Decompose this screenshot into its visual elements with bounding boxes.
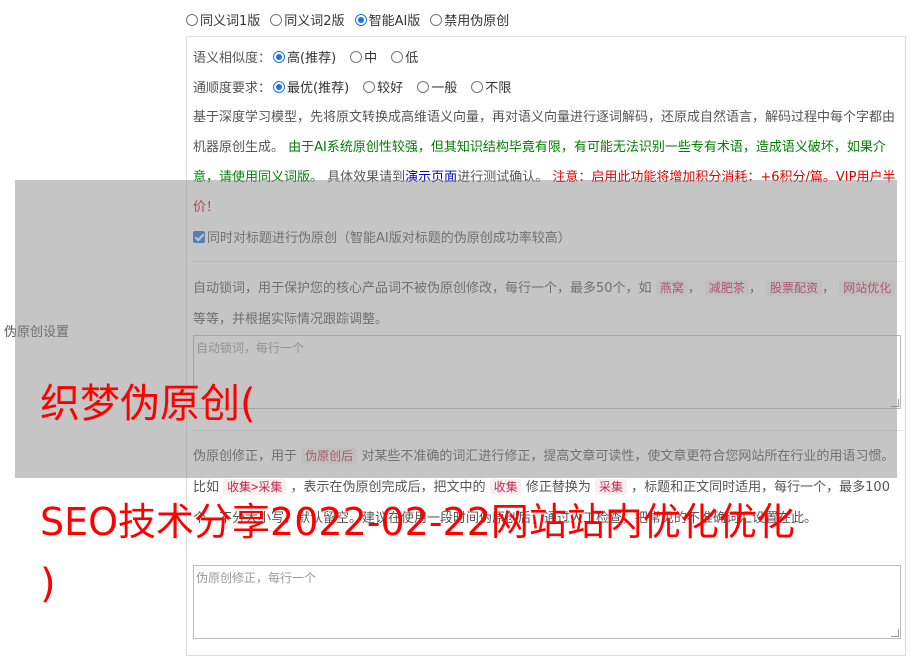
ai-description: 基于深度学习模型，先将原文转换成高维语义向量，再对语义向量进行逐词解码，还原成自… <box>193 103 901 223</box>
fluency-option-best[interactable]: 最优(推荐) <box>273 77 349 96</box>
option-label: 高(推荐) <box>287 51 337 66</box>
example-keyword: 减肥茶 <box>704 280 749 296</box>
lock-words-description: 自动锁词，用于保护您的核心产品词不被伪原创修改，每行一个，最多50个，如 燕窝，… <box>193 273 903 335</box>
title-pseudo-original-checkbox[interactable]: 同时对标题进行伪原创（智能AI版对标题的伪原创成功率较高） <box>193 227 571 246</box>
option-label: 不限 <box>485 81 512 96</box>
watermark-line-3: ) <box>40 561 56 607</box>
watermark-line-2: SEO技术分享2022-02-22网站站内优化优化 <box>40 500 795 544</box>
mode-option-ai[interactable]: 智能AI版 <box>354 10 421 29</box>
radio-icon[interactable] <box>417 80 430 93</box>
mode-option-synonym1[interactable]: 同义词1版 <box>186 10 260 29</box>
code-snippet: 采集 <box>595 479 628 495</box>
demo-page-link[interactable]: 演示页面 <box>405 170 457 185</box>
fix-text: ，表示在伪原创完成后，把文中的 <box>290 480 486 495</box>
radio-icon[interactable] <box>273 50 286 63</box>
separator: ， <box>822 281 836 296</box>
radio-icon[interactable] <box>186 13 198 26</box>
mode-radio-group: 同义词1版 同义词2版 智能AI版 禁用伪原创 <box>186 10 519 29</box>
option-label: 中 <box>364 51 378 66</box>
similarity-option-medium[interactable]: 中 <box>350 47 377 66</box>
resize-handle[interactable] <box>891 629 899 637</box>
watermark-line-1: 织梦伪原创( <box>40 381 256 427</box>
resize-handle[interactable] <box>891 399 899 407</box>
lock-text: 等等，并根据实际情况跟踪调整。 <box>193 312 389 327</box>
example-keyword: 燕窝 <box>655 280 688 296</box>
textarea-placeholder: 伪原创修正，每行一个 <box>196 571 317 585</box>
mode-option-label: 同义词2版 <box>284 14 345 29</box>
option-label: 低 <box>405 51 419 66</box>
similarity-option-low[interactable]: 低 <box>391 47 418 66</box>
example-keyword: 网站优化 <box>839 280 896 296</box>
lock-words-textarea[interactable]: 自动锁词，每行一个 <box>193 335 901 409</box>
radio-icon[interactable] <box>350 50 363 63</box>
code-snippet: 收集>采集 <box>223 479 287 495</box>
similarity-label: 语义相似度： <box>193 51 272 66</box>
example-keyword: 股票配资 <box>766 280 823 296</box>
description-text: 进行测试确认。 <box>457 170 549 185</box>
fluency-option-unlimited[interactable]: 不限 <box>471 77 511 96</box>
checkbox-label: 同时对标题进行伪原创（智能AI版对标题的伪原创成功率较高） <box>207 231 571 246</box>
fix-text: 修正替换为 <box>525 480 591 495</box>
divider <box>191 430 903 431</box>
section-label: 伪原创设置 <box>4 325 70 340</box>
radio-icon[interactable] <box>471 80 484 93</box>
mode-option-label: 禁用伪原创 <box>444 14 510 29</box>
radio-icon[interactable] <box>270 13 283 26</box>
radio-icon[interactable] <box>273 80 286 93</box>
similarity-row: 语义相似度： 高(推荐) 中 低 <box>193 47 428 66</box>
lock-text: 自动锁词，用于保护您的核心产品词不被伪原创修改，每行一个，最多50个，如 <box>193 281 652 296</box>
fluency-row: 通顺度要求： 最优(推荐) 较好 一般 不限 <box>193 77 521 96</box>
divider <box>191 261 903 262</box>
ai-settings-panel: 语义相似度： 高(推荐) 中 低 通顺度要求： 最优(推荐) 较好 一般 不限 … <box>186 36 906 656</box>
option-label: 最优(推荐) <box>287 81 350 96</box>
mode-option-disable[interactable]: 禁用伪原创 <box>430 10 509 29</box>
code-snippet: 收集 <box>489 479 522 495</box>
fluency-option-good[interactable]: 较好 <box>363 77 403 96</box>
radio-icon[interactable] <box>363 80 376 93</box>
option-label: 较好 <box>377 81 404 96</box>
fix-text: 伪原创修正，用于 <box>193 449 298 464</box>
separator: ， <box>687 281 701 296</box>
mode-option-label: 智能AI版 <box>368 14 421 29</box>
radio-icon[interactable] <box>430 13 443 26</box>
mode-option-synonym2[interactable]: 同义词2版 <box>270 10 345 29</box>
code-snippet: 伪原创后 <box>301 448 358 464</box>
fluency-label: 通顺度要求： <box>193 81 272 96</box>
radio-icon[interactable] <box>354 13 367 26</box>
description-text: 具体效果请到 <box>327 170 406 185</box>
radio-icon[interactable] <box>391 50 404 63</box>
checkbox-icon[interactable] <box>193 230 205 243</box>
mode-option-label: 同义词1版 <box>200 14 261 29</box>
similarity-option-high[interactable]: 高(推荐) <box>273 47 336 66</box>
fluency-option-normal[interactable]: 一般 <box>417 77 457 96</box>
separator: ， <box>748 281 762 296</box>
option-label: 一般 <box>431 81 458 96</box>
textarea-placeholder: 自动锁词，每行一个 <box>196 341 305 355</box>
correction-textarea[interactable]: 伪原创修正，每行一个 <box>193 565 901 639</box>
